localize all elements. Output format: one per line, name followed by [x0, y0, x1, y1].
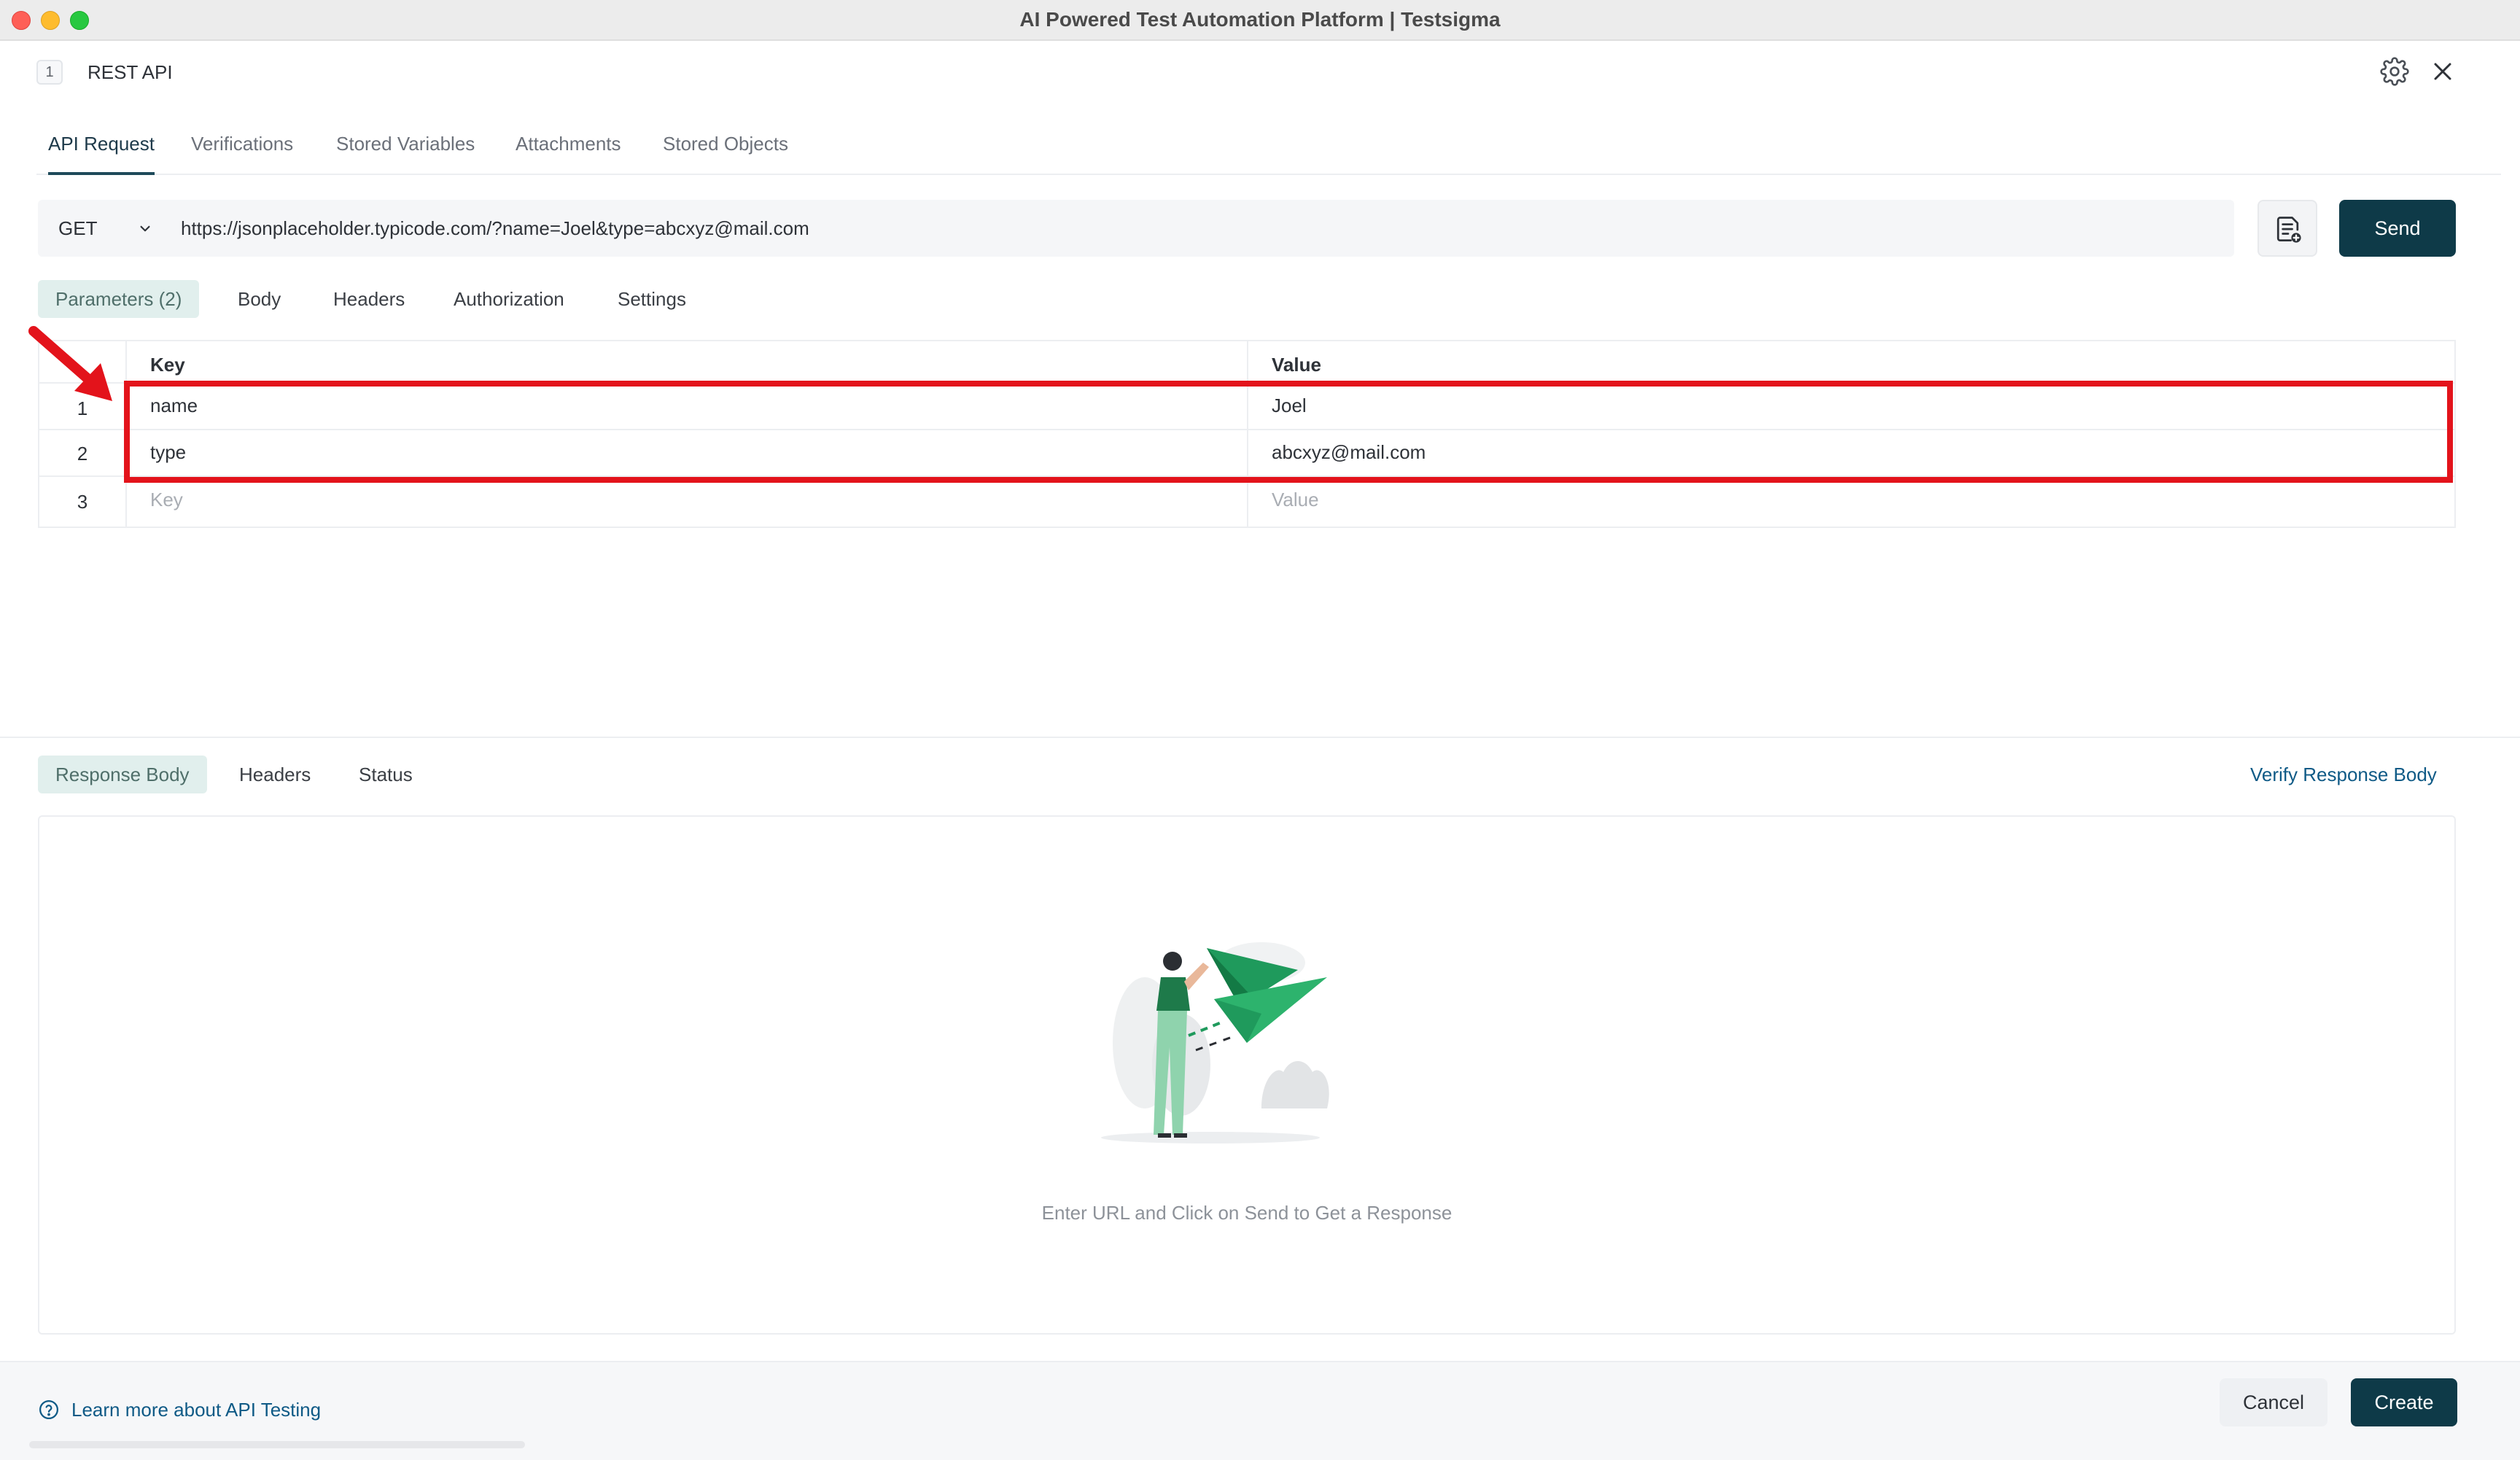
- method-select[interactable]: GET: [38, 200, 169, 257]
- subtab-authorization[interactable]: Authorization: [436, 280, 582, 318]
- subtab-headers[interactable]: Headers: [316, 280, 422, 318]
- subtab-body[interactable]: Body: [220, 280, 298, 318]
- document-add-icon: [2276, 217, 2301, 243]
- empty-state-message: Enter URL and Click on Send to Get a Res…: [1041, 1202, 1452, 1224]
- table-row: 3 Key Value: [39, 477, 2454, 527]
- tab-verifications[interactable]: Verifications: [191, 123, 293, 175]
- key-input[interactable]: Key: [150, 477, 183, 527]
- tab-response-body[interactable]: Response Body: [38, 756, 207, 793]
- tab-stored-variables[interactable]: Stored Variables: [336, 123, 475, 175]
- annotation-arrow-icon: [28, 326, 112, 401]
- cancel-button[interactable]: Cancel: [2220, 1378, 2328, 1426]
- url-input[interactable]: https://jsonplaceholder.typicode.com/?na…: [181, 200, 2222, 257]
- tab-response-headers[interactable]: Headers: [222, 756, 328, 793]
- subtab-settings[interactable]: Settings: [600, 280, 704, 318]
- step-number-badge: 1: [36, 60, 63, 85]
- window-titlebar: AI Powered Test Automation Platform | Te…: [0, 0, 2520, 41]
- value-column-header: Value: [1272, 354, 1321, 376]
- send-button[interactable]: Send: [2339, 200, 2456, 257]
- learn-more-api-testing-link[interactable]: Learn more about API Testing: [71, 1394, 321, 1425]
- row-number: 2: [39, 430, 127, 475]
- key-column-header: Key: [150, 354, 185, 376]
- highlight-box: [124, 381, 2453, 483]
- column-divider: [1247, 341, 1248, 382]
- column-divider: [1247, 477, 1248, 527]
- value-input[interactable]: Value: [1272, 477, 1319, 527]
- tab-attachments[interactable]: Attachments: [516, 123, 621, 175]
- tab-stored-objects[interactable]: Stored Objects: [663, 123, 788, 175]
- method-label: GET: [58, 217, 98, 239]
- chevron-down-icon: [140, 225, 150, 232]
- horizontal-scrollbar[interactable]: [29, 1441, 525, 1448]
- request-url-bar: GET https://jsonplaceholder.typicode.com…: [38, 200, 2234, 257]
- tab-api-request[interactable]: API Request: [48, 123, 155, 175]
- create-button[interactable]: Create: [2351, 1378, 2457, 1426]
- subtab-parameters[interactable]: Parameters (2): [38, 280, 200, 318]
- tab-response-status[interactable]: Status: [341, 756, 430, 793]
- help-circle-icon[interactable]: [38, 1399, 60, 1421]
- gear-icon[interactable]: [2380, 57, 2409, 86]
- save-request-button[interactable]: [2258, 200, 2317, 257]
- verify-response-body-link[interactable]: Verify Response Body: [2250, 756, 2437, 793]
- row-number: 3: [39, 477, 127, 527]
- close-icon[interactable]: [2428, 57, 2457, 86]
- dialog-title: REST API: [88, 61, 173, 83]
- window-title: AI Powered Test Automation Platform | Te…: [1019, 8, 1501, 31]
- empty-state-illustration: [1101, 942, 1329, 1143]
- section-divider: [0, 737, 2520, 738]
- main-tabs: API Request Verifications Stored Variabl…: [36, 123, 2501, 175]
- dialog-footer: Learn more about API Testing Cancel Crea…: [0, 1361, 2520, 1460]
- table-header-row: Key Value: [39, 341, 2454, 384]
